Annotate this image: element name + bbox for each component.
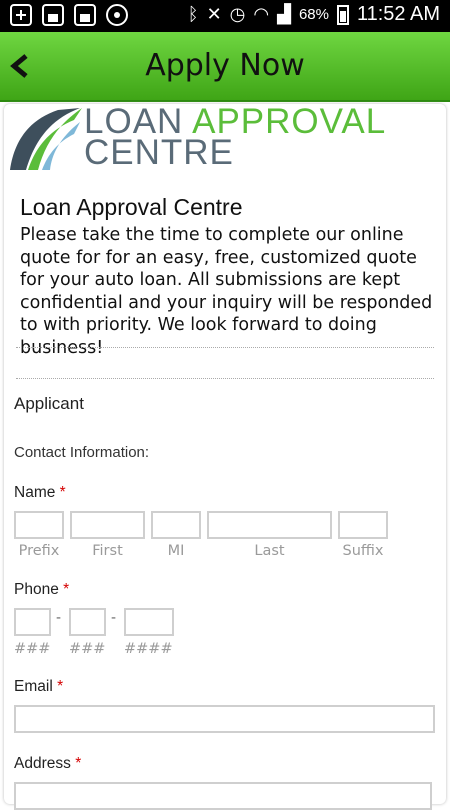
logo-wordmark: LOAN APPROVAL CENTRE xyxy=(84,104,386,172)
address-input[interactable] xyxy=(14,782,432,810)
required-marker: * xyxy=(57,678,64,695)
notification-icon xyxy=(42,4,64,26)
app-header: Apply Now xyxy=(0,32,450,102)
intro-title: Loan Approval Centre xyxy=(20,194,243,220)
address-label: Address * xyxy=(14,755,81,773)
logo-swoosh-icon xyxy=(10,108,82,170)
contact-info-heading: Contact Information: xyxy=(14,444,150,461)
clock: 11:52 AM xyxy=(356,3,440,25)
email-label-text: Email xyxy=(14,678,53,695)
phone-prefix-input[interactable] xyxy=(69,608,106,636)
name-prefix-input[interactable] xyxy=(14,511,64,539)
name-mi-input[interactable] xyxy=(151,511,201,539)
alarm-icon: ◷ xyxy=(229,4,246,24)
bluetooth-icon: ᛒ xyxy=(187,4,199,24)
wifi-icon: ◠ xyxy=(253,4,270,24)
logo-word-centre: CENTRE xyxy=(84,133,234,172)
phone-prefix-sublabel: ### xyxy=(69,641,106,657)
name-mi-sublabel: MI xyxy=(167,543,185,559)
phone-separator: - xyxy=(56,610,62,626)
form-card: LOAN APPROVAL CENTRE Loan Approval Centr… xyxy=(4,104,446,810)
phone-line-input[interactable] xyxy=(124,608,174,636)
name-suffix-sublabel: Suffix xyxy=(342,543,384,559)
phone-label: Phone * xyxy=(14,581,69,599)
divider xyxy=(16,347,434,348)
page-title: Apply Now xyxy=(145,48,305,83)
signal-icon: ▟ xyxy=(277,4,291,24)
location-icon xyxy=(106,4,128,26)
name-label: Name * xyxy=(14,484,66,502)
email-label: Email * xyxy=(14,678,63,696)
name-last-input[interactable] xyxy=(207,511,332,539)
required-marker: * xyxy=(75,755,82,772)
notification-icon-2 xyxy=(74,4,96,26)
name-prefix-sublabel: Prefix xyxy=(18,543,60,559)
name-first-sublabel: First xyxy=(92,543,123,559)
email-input[interactable] xyxy=(14,705,435,733)
phone-separator: - xyxy=(111,610,117,626)
mute-icon: ✕ xyxy=(206,4,222,24)
section-title: Applicant xyxy=(14,394,84,413)
name-suffix-input[interactable] xyxy=(338,511,388,539)
battery-icon xyxy=(336,4,349,25)
status-bar: ᛒ ✕ ◷ ◠ ▟ 68% 11:52 AM xyxy=(0,0,450,32)
phone-label-text: Phone xyxy=(14,581,59,598)
address-label-text: Address xyxy=(14,755,71,772)
required-marker: * xyxy=(63,581,70,598)
phone-area-input[interactable] xyxy=(14,608,51,636)
logo: LOAN APPROVAL CENTRE xyxy=(8,104,388,176)
divider-2 xyxy=(16,378,434,379)
required-marker: * xyxy=(59,484,66,501)
add-notification-icon xyxy=(10,4,32,26)
phone-line-sublabel: #### xyxy=(124,641,173,657)
name-first-input[interactable] xyxy=(70,511,145,539)
name-label-text: Name xyxy=(14,484,56,501)
intro-text: Please take the time to complete our onl… xyxy=(20,225,433,358)
battery-percent: 68% xyxy=(298,6,329,23)
phone-area-sublabel: ### xyxy=(14,641,51,657)
name-last-sublabel: Last xyxy=(254,543,285,559)
